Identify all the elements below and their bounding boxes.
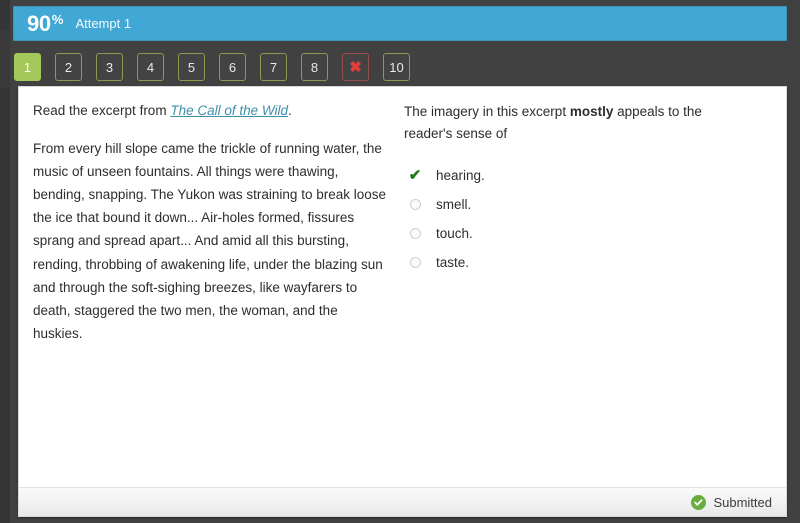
check-icon: ✔ — [404, 168, 426, 183]
check-glyph: ✔ — [408, 166, 422, 184]
passage-excerpt: From every hill slope came the trickle o… — [33, 140, 386, 342]
passage-instruction-suffix: . — [288, 103, 292, 118]
answer-choice[interactable]: taste. — [404, 250, 768, 275]
answer-choice-label: smell. — [436, 196, 472, 212]
question-nav-item-2[interactable]: 2 — [55, 53, 82, 81]
answer-choice-label: taste. — [436, 254, 470, 270]
score-percent-sign: % — [51, 12, 64, 27]
answer-choice-label: hearing. — [436, 167, 485, 183]
question-nav-item-1[interactable]: 1 — [14, 53, 41, 81]
radio-icon — [404, 227, 426, 239]
question-nav: 1 2 3 4 5 6 7 8 ✖ 10 — [14, 53, 410, 81]
x-mark-icon: ✖ — [349, 58, 362, 76]
question-nav-item-7[interactable]: 7 — [260, 53, 287, 81]
question-text-before: The imagery in this excerpt — [404, 104, 570, 119]
question-nav-item-10[interactable]: 10 — [383, 53, 410, 81]
question-column: The imagery in this excerpt mostly appea… — [404, 87, 786, 480]
passage-instruction: Read the excerpt from The Call of the Wi… — [33, 101, 386, 121]
status-badge: Submitted — [691, 494, 772, 510]
answer-choice[interactable]: touch. — [404, 221, 768, 246]
question-nav-item-3[interactable]: 3 — [96, 53, 123, 81]
passage-column: Read the excerpt from The Call of the Wi… — [19, 87, 404, 480]
radio-circle[interactable] — [409, 198, 421, 210]
radio-circle[interactable] — [409, 256, 421, 268]
left-edge-notch — [0, 30, 10, 88]
answer-choice[interactable]: ✔ hearing. — [404, 163, 768, 188]
quiz-page: 90 % Attempt 1 1 2 3 4 5 6 7 8 ✖ 10 Read the exce… — [0, 0, 800, 523]
check-circle-icon — [691, 494, 707, 510]
question-nav-item-8[interactable]: 8 — [301, 53, 328, 81]
radio-circle[interactable] — [409, 227, 421, 239]
question-card: Read the excerpt from The Call of the Wi… — [18, 86, 787, 517]
radio-icon — [404, 198, 426, 210]
question-card-body: Read the excerpt from The Call of the Wi… — [19, 87, 786, 480]
passage-instruction-prefix: Read the excerpt from — [33, 103, 171, 118]
answer-choice[interactable]: smell. — [404, 192, 768, 217]
score-banner: 90 % Attempt 1 — [13, 6, 787, 41]
question-nav-item-5[interactable]: 5 — [178, 53, 205, 81]
status-label: Submitted — [713, 494, 772, 510]
attempt-label: Attempt 1 — [75, 16, 132, 31]
source-title-link[interactable]: The Call of the Wild — [170, 103, 288, 118]
question-prompt: The imagery in this excerpt mostly appea… — [404, 101, 734, 145]
radio-icon — [404, 256, 426, 268]
question-nav-item-incorrect[interactable]: ✖ — [342, 53, 369, 81]
question-emphasis: mostly — [569, 104, 614, 119]
answer-choice-label: touch. — [436, 225, 473, 241]
card-footer: Submitted — [19, 487, 786, 516]
answer-choice-list: ✔ hearing. smell. touch. taste. — [404, 163, 768, 275]
question-nav-item-6[interactable]: 6 — [219, 53, 246, 81]
score-value: 90 — [27, 10, 51, 36]
question-nav-item-4[interactable]: 4 — [137, 53, 164, 81]
